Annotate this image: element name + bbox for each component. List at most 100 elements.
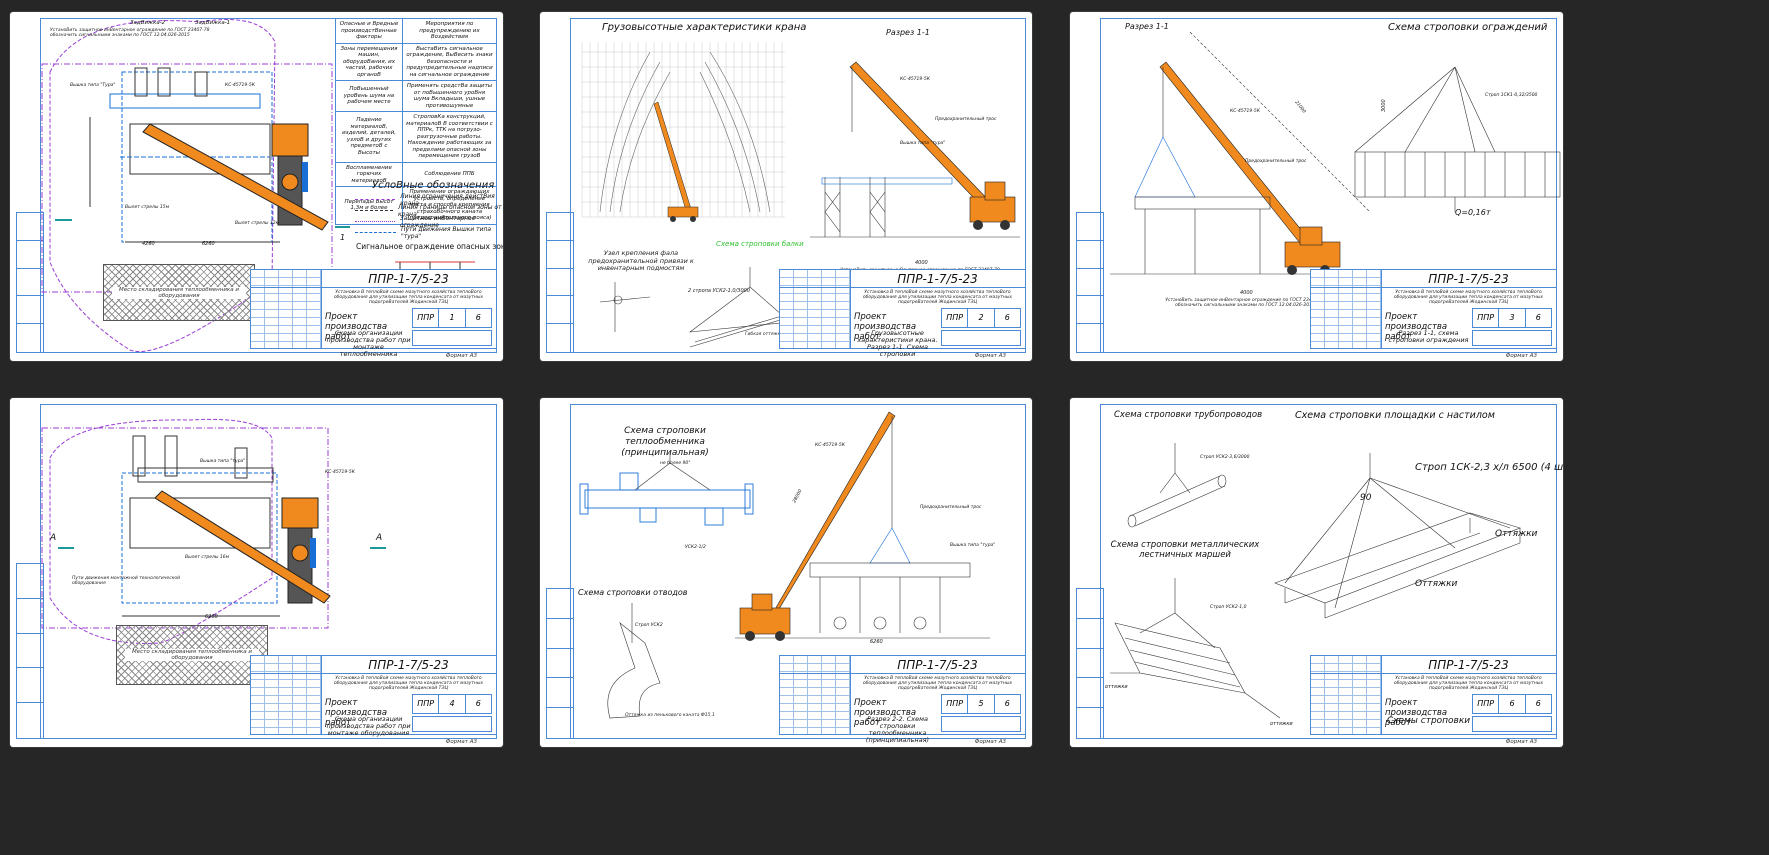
guys-label-bottom: Оттяжки bbox=[1415, 579, 1458, 589]
company-stamp bbox=[941, 330, 1021, 346]
format-label: Формат А3 bbox=[1505, 353, 1537, 359]
stage-cells: ППР 1 6 bbox=[412, 308, 492, 328]
doc-description: Установка В теплоВой схеме мазутного хоз… bbox=[1393, 676, 1544, 691]
table-row: Зоны перемещения машин, оборудоВания, их… bbox=[335, 42, 497, 81]
load-value: Q=0,16т bbox=[1455, 208, 1491, 217]
format-label: Формат А3 bbox=[445, 739, 477, 745]
table-cell: Мероприятия по предупреждению их Воздейс… bbox=[402, 18, 497, 44]
rope-label: Оттяжка из пенькового каната Ф15,1 bbox=[625, 713, 715, 718]
sheet-name: Схема организации производства работ при… bbox=[326, 329, 411, 358]
boom-reach-label: Вылет стрелы 16м bbox=[185, 554, 230, 560]
dimension: 6260 bbox=[205, 614, 218, 620]
stairs-title: Схема строповки металлических лестничных… bbox=[1110, 540, 1260, 560]
boom-reach-15-label: Вылет стрелы 15м bbox=[125, 204, 170, 210]
format-label: Формат А3 bbox=[974, 739, 1006, 745]
guys-label-right: Оттяжки bbox=[1495, 529, 1538, 539]
doc-description: Установка В теплоВой схеме мазутного хоз… bbox=[862, 290, 1013, 305]
company-stamp bbox=[412, 716, 492, 732]
drawing-sheet-6[interactable]: Схема строповки трубопроводов Схема стро… bbox=[1070, 398, 1563, 747]
title-block: ППР-1-7/5-23 Установка В теплоВой схеме … bbox=[779, 655, 1026, 744]
fence-note: УстаноВить защитное инВентарное огражден… bbox=[1165, 298, 1325, 308]
doc-code: ППР-1-7/5-23 bbox=[251, 658, 496, 674]
height-dimension: 3000 bbox=[1381, 99, 1387, 112]
drawing-sheet-3[interactable]: Разрез 1-1 Схема строповки ограждений Ст… bbox=[1070, 12, 1563, 361]
angle-label: 90 bbox=[1360, 493, 1372, 503]
table-cell: Зоны перемещения машин, оборудоВания, их… bbox=[335, 42, 403, 81]
drawing-sheet-2[interactable]: Грузовысотные характеристики крана Разре… bbox=[540, 12, 1032, 361]
storage-area: Место складирования теплообменника и обо… bbox=[116, 625, 268, 685]
format-label: Формат А3 bbox=[974, 353, 1006, 359]
title-block: ППР-1-7/5-23 Установка В теплоВой схеме … bbox=[779, 269, 1026, 358]
company-stamp bbox=[1472, 330, 1552, 346]
stair-sling-label: Строп УСК2-1,0 bbox=[1210, 604, 1247, 610]
sling-label: Строп 1СК1-0,32/3500 bbox=[1485, 92, 1538, 98]
title-block: ППР-1-7/5-23 Установка В теплоВой схеме … bbox=[250, 269, 497, 358]
company-stamp bbox=[1472, 716, 1552, 732]
format-label: Формат А3 bbox=[1505, 739, 1537, 745]
boom-reach-12-label: Вылет стрелы 12м bbox=[235, 220, 280, 226]
sling-label: УСК2-1/2 bbox=[685, 544, 706, 550]
legend-title: УслоВные обозначения bbox=[372, 180, 495, 191]
tower-label: Вышка типа "тура" bbox=[200, 458, 245, 464]
doc-code: ППР-1-7/5-23 bbox=[1311, 272, 1556, 288]
gate1-label: ЗадВижка-1 bbox=[195, 20, 230, 26]
stage-cells: ППР 6 6 bbox=[1472, 694, 1552, 714]
sheet-name: Разрез 2-2. Схема строповки теплообменни… bbox=[865, 715, 930, 744]
title-block: ППР-1-7/5-23 Установка В теплоВой схеме … bbox=[1310, 655, 1557, 735]
company-stamp bbox=[941, 716, 1021, 732]
company-stamp bbox=[412, 330, 492, 346]
stage-cells: ППР 3 6 bbox=[1472, 308, 1552, 328]
title-block: ППР-1-7/5-23 Установка В теплоВой схеме … bbox=[250, 655, 497, 737]
dimension-1: 4260 bbox=[142, 241, 155, 247]
table-cell: СтроповКа конструкций, материалоВ В соот… bbox=[402, 111, 497, 163]
safety-line-label: Предохранительный трос bbox=[1245, 158, 1307, 164]
table-row: Падение материалоВ, изделий, деталей, уз… bbox=[335, 111, 497, 163]
sheet-name: Грузовысотные характеристики крана. Разр… bbox=[857, 329, 938, 358]
table-cell: Опасные и Вредные производстВенные факто… bbox=[335, 18, 403, 44]
pipe-sling-label: Строп УСК2-3,6/3000 bbox=[1200, 454, 1250, 460]
table-cell: ВыстаВить сигнальное ограждение, ВыВесит… bbox=[402, 42, 497, 81]
drawing-sheet-1[interactable]: ЗадВижка-2 ЗадВижка-1 Вышка типа "Тура" … bbox=[10, 12, 503, 361]
drawing-sheet-4[interactable]: Вышка типа "тура" КС-45719-5К Вылет стре… bbox=[10, 398, 503, 747]
tower-label: Вышка типа "тура" bbox=[950, 542, 995, 548]
storage-label: Место складирования теплообменника и обо… bbox=[112, 287, 246, 299]
doc-code: ППР-1-7/5-23 bbox=[780, 658, 1025, 674]
section-title: Разрез 1-1 bbox=[886, 28, 930, 37]
dimension-2: 6260 bbox=[202, 241, 215, 247]
doc-code: ППР-1-7/5-23 bbox=[1311, 658, 1556, 674]
guy-small-left: оттяжки bbox=[1105, 684, 1128, 690]
node-title: Узел крепления фала предохранительной пр… bbox=[588, 249, 694, 272]
table-row: ПоВышенный уроВень шума на рабочем месте… bbox=[335, 80, 497, 112]
section-mark-right: А bbox=[375, 533, 382, 543]
tower-label: Вышка типа "Тура" bbox=[70, 82, 116, 88]
sheet-name: Разрез 1-1, схема строповки ограждения bbox=[1388, 329, 1469, 344]
doc-description: Установка В теплоВой схеме мазутного хоз… bbox=[862, 676, 1013, 691]
title-block: ППР-1-7/5-23 Установка В теплоВой схеме … bbox=[1310, 269, 1557, 349]
table-cell: Применять средстВа защиты от поВышенного… bbox=[402, 80, 497, 112]
stage-cells: ППР 5 6 bbox=[941, 694, 1021, 714]
signal-fence-title: Сигнальное ограждение опасных зон bbox=[356, 242, 503, 251]
crane-label: КС-45719-5К bbox=[325, 469, 356, 475]
doc-description: Установка В теплоВой схеме мазутного хоз… bbox=[333, 676, 484, 691]
stage-cells: ППР 2 6 bbox=[941, 308, 1021, 328]
table-cell: Падение материалоВ, изделий, деталей, уз… bbox=[335, 111, 403, 163]
crane-label: КС-45719-5К bbox=[1230, 108, 1261, 114]
section-mark-left: А bbox=[49, 533, 56, 543]
section-mark: 1 bbox=[340, 233, 345, 242]
gate2-label: ЗадВижка-2 bbox=[130, 20, 166, 26]
legend: Линия ограничения дейстВия крана Линия г… bbox=[355, 193, 503, 240]
green-scheme-title: Схема строповки балки bbox=[716, 240, 804, 248]
bends-title: Схема строповки отводов bbox=[578, 588, 688, 597]
doc-description: Установка В теплоВой схеме мазутного хоз… bbox=[333, 290, 484, 305]
doc-code: ППР-1-7/5-23 bbox=[780, 272, 1025, 288]
guy-small-right: оттяжки bbox=[1270, 721, 1293, 727]
table-cell: ПоВышенный уроВень шума на рабочем месте bbox=[335, 80, 403, 112]
table-row: Опасные и Вредные производстВенные факто… bbox=[335, 18, 497, 44]
boom-length: 21000 bbox=[1293, 100, 1307, 115]
safety-line-label: Предохранительный трос bbox=[920, 504, 982, 510]
platform-sling-label: Строп 1СК-2,3 х/л 6500 (4 шт.) bbox=[1415, 462, 1563, 473]
drawing-sheet-5[interactable]: Схема строповки теплообменника (принципи… bbox=[540, 398, 1032, 747]
sheet-name: Схемы строповки bbox=[1386, 716, 1471, 726]
fence-note: УстаноВить защитное инВентарное огражден… bbox=[50, 28, 210, 38]
sheet-name: Схема организации производства работ при… bbox=[326, 715, 411, 737]
